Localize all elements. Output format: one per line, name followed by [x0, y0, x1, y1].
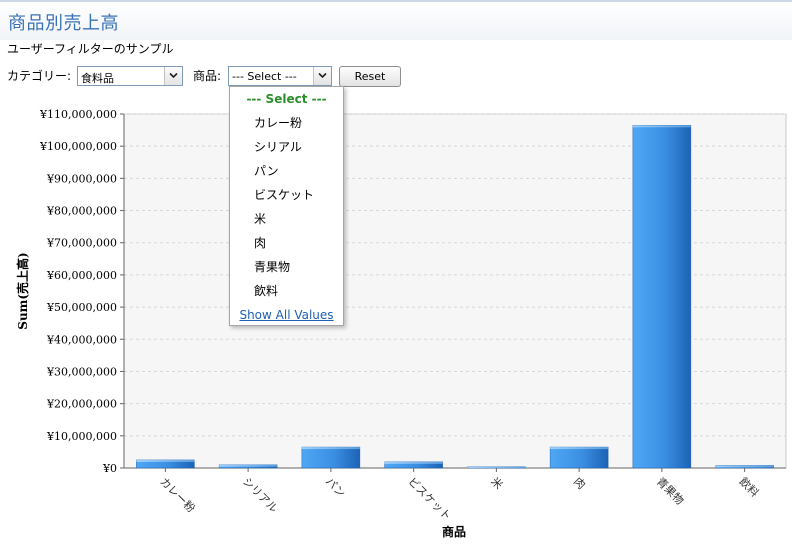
- dropdown-option[interactable]: 肉: [230, 231, 343, 255]
- dropdown-option[interactable]: カレー粉: [230, 111, 343, 135]
- y-tick-label: ¥90,000,000: [46, 172, 117, 185]
- bar-top: [136, 459, 195, 462]
- bar-top: [632, 125, 691, 128]
- y-tick-label: ¥60,000,000: [46, 269, 117, 282]
- x-tick-label: 青果物: [654, 474, 687, 507]
- x-tick-label: パン: [323, 475, 348, 500]
- dropdown-option[interactable]: 米: [230, 207, 343, 231]
- x-tick-label: シリアル: [240, 475, 280, 515]
- y-tick-label: ¥40,000,000: [46, 333, 117, 346]
- bar-top: [550, 447, 609, 450]
- bar-top: [715, 465, 774, 468]
- bar-top: [384, 461, 443, 464]
- bar-top: [219, 464, 278, 467]
- bar-top: [301, 447, 360, 450]
- y-tick-label: ¥100,000,000: [39, 140, 117, 153]
- bar: [632, 125, 692, 469]
- dropdown-option[interactable]: 青果物: [230, 255, 343, 279]
- y-tick-label: ¥110,000,000: [39, 108, 117, 121]
- dropdown-option[interactable]: ビスケット: [230, 183, 343, 207]
- y-tick-label: ¥30,000,000: [46, 365, 117, 378]
- y-tick-label: ¥80,000,000: [46, 205, 117, 218]
- dropdown-select-header[interactable]: --- Select ---: [230, 87, 343, 111]
- y-tick-label: ¥70,000,000: [46, 237, 117, 250]
- x-axis-title: 商品: [442, 524, 466, 539]
- bar: [301, 446, 361, 469]
- product-dropdown-list: --- Select --- カレー粉 シリアル パン ビスケット 米 肉 青果…: [229, 86, 344, 326]
- x-tick-label: カレー粉: [157, 475, 197, 515]
- y-tick-label: ¥0: [102, 462, 117, 475]
- bar-top: [467, 466, 526, 468]
- y-axis-title: Sum(売上高): [15, 252, 30, 329]
- y-tick-label: ¥20,000,000: [46, 398, 117, 411]
- sales-bar-chart: ¥0 ¥10,000,000 ¥20,000,000 ¥30,000,000 ¥40,0…: [15, 108, 787, 539]
- show-all-values-link[interactable]: Show All Values: [230, 303, 343, 327]
- y-tick-label: ¥50,000,000: [46, 301, 117, 314]
- dropdown-option[interactable]: シリアル: [230, 135, 343, 159]
- bar: [549, 446, 609, 469]
- dropdown-option[interactable]: パン: [230, 159, 343, 183]
- x-tick-label: 肉: [571, 475, 588, 492]
- y-tick-label: ¥10,000,000: [46, 430, 117, 443]
- x-tick-label: 飲料: [737, 474, 762, 499]
- x-tick-label: ビスケット: [406, 475, 454, 523]
- x-tick-label: 米: [488, 475, 505, 492]
- dropdown-option[interactable]: 飲料: [230, 279, 343, 303]
